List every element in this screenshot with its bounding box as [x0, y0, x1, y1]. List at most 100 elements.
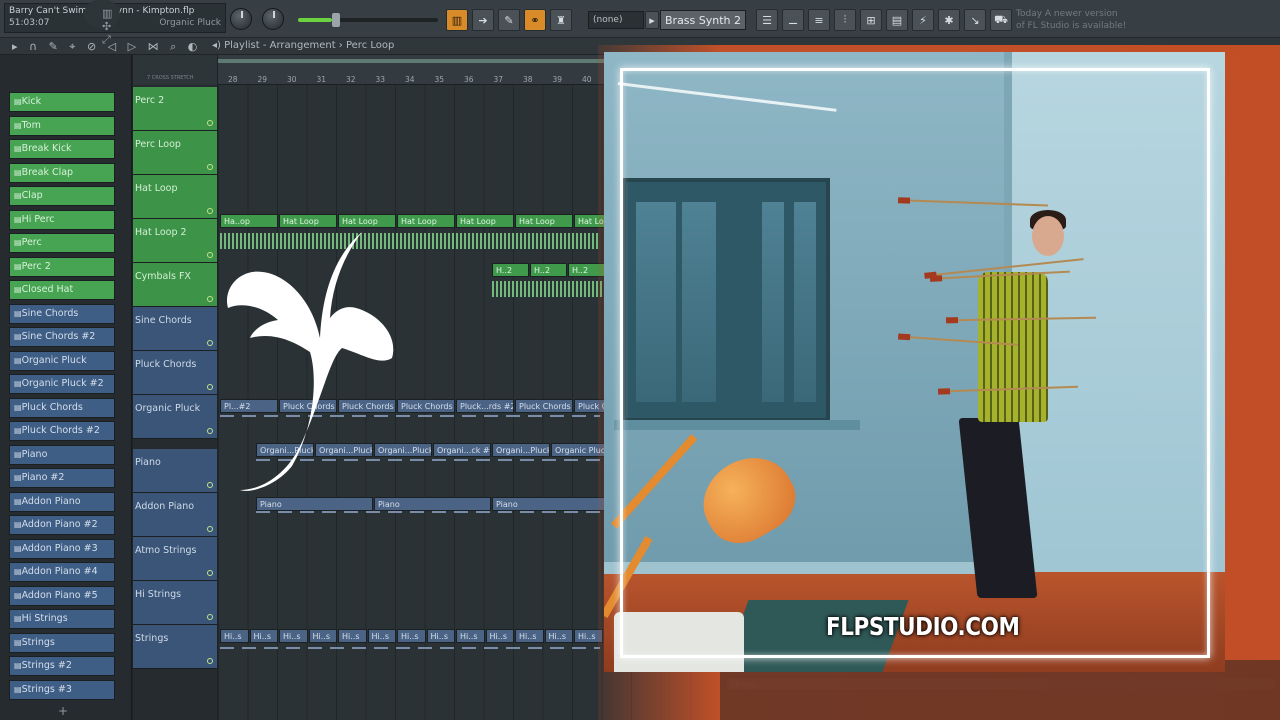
clip-hat-loop[interactable]: Hat Loop	[456, 214, 514, 228]
track-mute-dot[interactable]	[207, 208, 213, 214]
cpu-icon[interactable]: ✱	[938, 9, 960, 31]
channel-organic-pluck-2[interactable]: Organic Pluck #2	[9, 374, 115, 394]
clip-piano[interactable]: Piano	[374, 497, 491, 511]
track-perc-loop[interactable]: Perc Loop	[133, 131, 217, 175]
channel-sine-chords-2[interactable]: Sine Chords #2	[9, 327, 115, 347]
channel-addon-piano[interactable]: Addon Piano	[9, 491, 115, 512]
track-perc-2[interactable]: Perc 2	[133, 87, 217, 131]
track-piano[interactable]: Piano	[133, 449, 217, 493]
track-mute-dot[interactable]	[207, 570, 213, 576]
clip-hi-strings[interactable]: Hi..s	[485, 629, 514, 643]
list-icon[interactable]: ≡	[808, 9, 830, 31]
track-sine-chords[interactable]: Sine Chords	[133, 307, 217, 351]
clip-hat-loop[interactable]: Hat Loop	[279, 214, 337, 228]
track-hat-loop-2[interactable]: Hat Loop 2	[133, 219, 217, 263]
channel-organic-pluck[interactable]: Organic Pluck	[9, 350, 115, 371]
track-hi-strings[interactable]: Hi Strings	[133, 581, 217, 625]
clip-pluck-chords[interactable]: Pluck...rds #2	[456, 399, 514, 413]
channel-addon-piano-2[interactable]: Addon Piano #2	[9, 515, 115, 535]
track-mute-dot[interactable]	[207, 614, 213, 620]
channel-sine-chords[interactable]: Sine Chords	[9, 303, 115, 324]
track-pluck-chords[interactable]: Pluck Chords	[133, 351, 217, 395]
clip-hi-strings[interactable]: Hi..s	[279, 629, 308, 643]
channel-addon-piano-3[interactable]: Addon Piano #3	[9, 538, 115, 559]
clip-hi-strings[interactable]: Hi..s	[308, 629, 337, 643]
channel-pluck-chords[interactable]: Pluck Chords	[9, 397, 115, 418]
channel-kick[interactable]: Kick	[9, 92, 115, 112]
clip-hat-loop[interactable]: Ha..op	[220, 214, 278, 228]
channel-tom[interactable]: Tom	[9, 115, 115, 136]
track-mute-dot[interactable]	[207, 428, 213, 434]
track-mute-dot[interactable]	[207, 658, 213, 664]
channel-break-clap[interactable]: Break Clap	[9, 162, 115, 183]
master-pitch-knob[interactable]	[262, 8, 284, 30]
clip-hi-strings[interactable]: Hi..s	[544, 629, 573, 643]
clip-organic-pluck[interactable]: Organi...Pluck	[492, 443, 550, 457]
track-mute-dot[interactable]	[207, 164, 213, 170]
clip-hi-strings[interactable]: Hi..s	[220, 629, 249, 643]
clip-hi-strings[interactable]: Hi..s	[397, 629, 426, 643]
clip-pluck-chords[interactable]: Pluck Chords	[515, 399, 573, 413]
channel-addon-piano-4[interactable]: Addon Piano #4	[9, 562, 115, 582]
track-atmo-strings[interactable]: Atmo Strings	[133, 537, 217, 581]
stretch-controls[interactable]: 7 CROSS STRETCH	[133, 55, 217, 85]
channel-perc[interactable]: Perc	[9, 233, 115, 253]
clip-hat-loop[interactable]: Hat Loop	[338, 214, 396, 228]
track-mute-dot[interactable]	[207, 296, 213, 302]
track-strings[interactable]: Strings	[133, 625, 217, 669]
channel-hi-perc[interactable]: Hi Perc	[9, 209, 115, 230]
channel-closed-hat[interactable]: Closed Hat	[9, 280, 115, 300]
link-icon[interactable]: ⚭	[524, 9, 546, 31]
clip-hi-strings[interactable]: Hi..s	[367, 629, 396, 643]
pattern-nav-icon[interactable]: ▸	[645, 11, 659, 29]
channel-break-kick[interactable]: Break Kick	[9, 139, 115, 159]
master-slider[interactable]	[298, 13, 438, 27]
track-organic-pluck[interactable]: Organic Pluck	[133, 395, 217, 439]
clip-hi-strings[interactable]: Hi..s	[426, 629, 455, 643]
graph-icon[interactable]: ⚊	[782, 9, 804, 31]
mixer-icon[interactable]: ☰	[756, 9, 778, 31]
pen-icon[interactable]: ✎	[498, 9, 520, 31]
channel-hi-strings[interactable]: Hi Strings	[9, 609, 115, 629]
clip-hi-strings[interactable]: Hi..s	[338, 629, 367, 643]
plug-icon[interactable]: ⚡	[912, 9, 934, 31]
channel-strings-3[interactable]: Strings #3	[9, 679, 115, 700]
add-channel-button[interactable]: +	[58, 704, 68, 718]
clip-hat-loop[interactable]: Hat Loop	[397, 214, 455, 228]
track-mute-dot[interactable]	[207, 482, 213, 488]
download-icon[interactable]: ↘	[964, 9, 986, 31]
clip-hat-loop-2[interactable]: H..2	[530, 263, 567, 277]
cart-icon[interactable]: ⛟	[990, 9, 1012, 31]
clip-hi-strings[interactable]: Hi..s	[249, 629, 278, 643]
clip-organic-pluck[interactable]: Organi...ck #2	[433, 443, 491, 457]
channel-piano[interactable]: Piano	[9, 444, 115, 465]
sliders-icon[interactable]: ⫶	[834, 9, 856, 31]
channel-clap[interactable]: Clap	[9, 186, 115, 206]
plugin-icon[interactable]: ⊞	[860, 9, 882, 31]
track-mute-dot[interactable]	[207, 384, 213, 390]
pattern-select[interactable]: (none)	[588, 11, 644, 29]
track-hat-loop[interactable]: Hat Loop	[133, 175, 217, 219]
master-volume-knob[interactable]	[230, 8, 252, 30]
clip-hi-strings[interactable]: Hi..s	[515, 629, 544, 643]
clip-hat-loop[interactable]: Hat Loop	[515, 214, 573, 228]
clip-hi-strings[interactable]: Hi..s	[456, 629, 485, 643]
news-panel[interactable]: Today A newer version of FL Studio is av…	[1016, 8, 1126, 32]
clip-hat-loop-2[interactable]: H..2	[492, 263, 529, 277]
channel-piano-2[interactable]: Piano #2	[9, 468, 115, 488]
channel-perc-2[interactable]: Perc 2	[9, 256, 115, 277]
track-cymbals-fx[interactable]: Cymbals FX	[133, 263, 217, 307]
clip-piano[interactable]: Piano	[492, 497, 609, 511]
arrow-right-icon[interactable]: ➔	[472, 9, 494, 31]
clip-piano[interactable]: Piano	[256, 497, 373, 511]
channel-addon-piano-5[interactable]: Addon Piano #5	[9, 585, 115, 606]
loop-region[interactable]	[218, 59, 638, 63]
track-mute-dot[interactable]	[207, 526, 213, 532]
track-mute-dot[interactable]	[207, 120, 213, 126]
track-mute-dot[interactable]	[207, 252, 213, 258]
channel-strings[interactable]: Strings	[9, 632, 115, 653]
track-mute-dot[interactable]	[207, 340, 213, 346]
clip-pluck-chords[interactable]: Pluck Chords	[397, 399, 455, 413]
channel-strings-2[interactable]: Strings #2	[9, 656, 115, 676]
file-icon[interactable]: ▤	[886, 9, 908, 31]
